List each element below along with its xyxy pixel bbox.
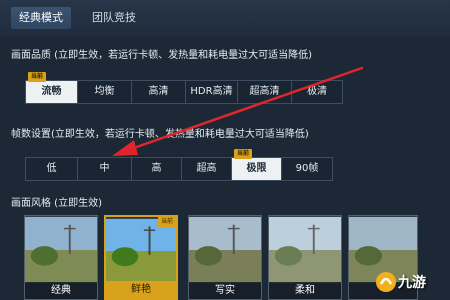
red-arrow-icon <box>112 66 364 156</box>
watermark-logo-icon <box>376 272 396 292</box>
site-watermark: 九游 <box>374 270 426 294</box>
watermark-text: 九游 <box>398 275 426 291</box>
